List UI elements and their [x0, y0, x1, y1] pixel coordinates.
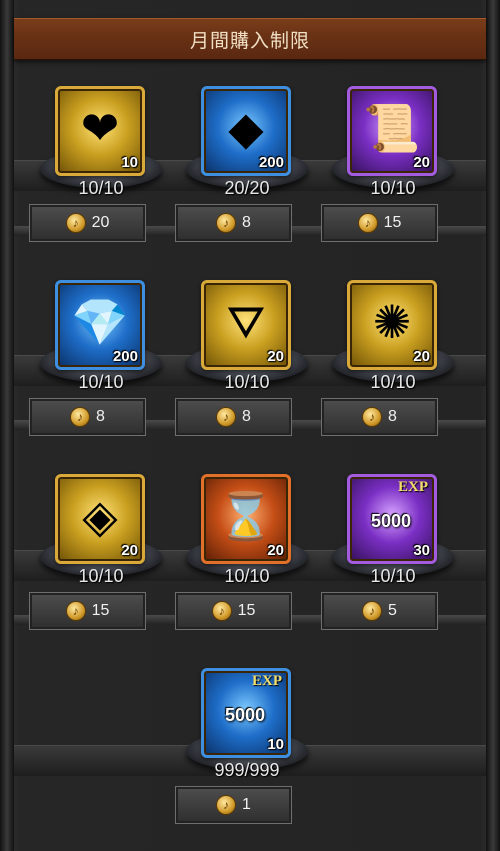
- price-value: 8: [388, 408, 397, 425]
- price-value: 5: [388, 602, 397, 619]
- buy-button[interactable]: ♪ 15: [321, 204, 438, 242]
- item-glyph: ⛛: [226, 296, 266, 348]
- item-quantity: 200: [112, 348, 138, 365]
- shop-item[interactable]: ✺ 20 10/10 ♪ 8: [318, 280, 468, 460]
- item-quantity: 20: [121, 542, 138, 559]
- item-quantity: 30: [413, 542, 430, 559]
- blue-ore-icon[interactable]: 💎 200: [55, 280, 145, 370]
- price-value: 8: [96, 408, 105, 425]
- shop-item[interactable]: EXP 5000 30 10/10 ♪ 5: [318, 474, 468, 654]
- purchase-limit: 10/10: [78, 372, 124, 392]
- purchase-limit: 10/10: [370, 372, 416, 392]
- buy-button[interactable]: ♪ 8: [321, 398, 438, 436]
- price-value: 15: [383, 214, 402, 231]
- coin-icon: ♪: [216, 213, 237, 233]
- item-quantity: 20: [267, 348, 284, 365]
- purchase-limit: 10/10: [370, 566, 416, 586]
- right-pillar: [486, 0, 500, 851]
- buy-button[interactable]: ♪ 8: [29, 398, 146, 436]
- coin-icon: ♪: [216, 795, 237, 815]
- purple-gem-icon[interactable]: ◈ 20: [55, 474, 145, 564]
- orange-crystal-icon[interactable]: ◆ 200: [201, 86, 291, 176]
- purchase-limit: 10/10: [224, 566, 270, 586]
- shop-item[interactable]: ⛛ 20 10/10 ♪ 8: [172, 280, 322, 460]
- price-value: 20: [91, 214, 110, 231]
- item-glyph: 📜: [363, 102, 421, 154]
- price-value: 8: [242, 214, 251, 231]
- item-quantity: 20: [413, 348, 430, 365]
- purchase-limit: 20/20: [224, 178, 270, 198]
- page-title: 月間購入制限: [14, 18, 486, 60]
- buy-button[interactable]: ♪ 5: [321, 592, 438, 630]
- item-glyph: ◈: [82, 490, 118, 542]
- buy-button[interactable]: ♪ 15: [175, 592, 292, 630]
- price-value: 1: [242, 796, 251, 813]
- exp-label: EXP: [398, 479, 428, 495]
- shop-item[interactable]: EXP 5000 10 999/999 ♪ 1: [172, 668, 322, 848]
- shop-item[interactable]: 📜 20 10/10 ♪ 15: [318, 86, 468, 266]
- price-value: 8: [242, 408, 251, 425]
- buy-button[interactable]: ♪ 20: [29, 204, 146, 242]
- price-value: 15: [237, 602, 256, 619]
- item-quantity: 10: [267, 736, 284, 753]
- purchase-limit: 999/999: [214, 760, 280, 780]
- coin-icon: ♪: [70, 407, 91, 427]
- item-quantity: 10: [121, 154, 138, 171]
- item-glyph: ❤: [80, 102, 120, 154]
- item-glyph: 💎: [71, 296, 129, 348]
- coin-icon: ♪: [362, 407, 383, 427]
- purchase-limit: 10/10: [370, 178, 416, 198]
- item-glyph: ⌛: [217, 490, 275, 542]
- shop-item[interactable]: ◆ 200 20/20 ♪ 8: [172, 86, 322, 266]
- shop-item[interactable]: ❤ 10 10/10 ♪ 20: [26, 86, 176, 266]
- shop-item[interactable]: ⌛ 20 10/10 ♪ 15: [172, 474, 322, 654]
- coin-icon: ♪: [211, 601, 232, 621]
- item-glyph: ◆: [228, 102, 264, 154]
- buy-button[interactable]: ♪ 15: [29, 592, 146, 630]
- exp-book-icon[interactable]: EXP 5000 10: [201, 668, 291, 758]
- shop-item[interactable]: ◈ 20 10/10 ♪ 15: [26, 474, 176, 654]
- shop-item[interactable]: 💎 200 10/10 ♪ 8: [26, 280, 176, 460]
- exp-value: 5000: [224, 705, 266, 725]
- left-pillar: [0, 0, 14, 851]
- gold-medal-icon[interactable]: ✺ 20: [347, 280, 437, 370]
- buy-button[interactable]: ♪ 8: [175, 204, 292, 242]
- scroll-icon[interactable]: 📜 20: [347, 86, 437, 176]
- coin-icon: ♪: [216, 407, 237, 427]
- exp-book-icon[interactable]: EXP 5000 30: [347, 474, 437, 564]
- coin-icon: ♪: [65, 213, 86, 233]
- purchase-limit: 10/10: [78, 178, 124, 198]
- exp-label: EXP: [252, 673, 282, 689]
- heart-emblem-icon[interactable]: ❤ 10: [55, 86, 145, 176]
- crest-icon[interactable]: ⛛ 20: [201, 280, 291, 370]
- purchase-limit: 10/10: [224, 372, 270, 392]
- item-quantity: 200: [258, 154, 284, 171]
- buy-button[interactable]: ♪ 1: [175, 786, 292, 824]
- item-glyph: ✺: [372, 296, 412, 348]
- exp-value: 5000: [370, 511, 412, 531]
- coin-icon: ♪: [65, 601, 86, 621]
- coin-icon: ♪: [357, 213, 378, 233]
- hourglass-hammer-icon[interactable]: ⌛ 20: [201, 474, 291, 564]
- buy-button[interactable]: ♪ 8: [175, 398, 292, 436]
- purchase-limit: 10/10: [78, 566, 124, 586]
- price-value: 15: [91, 602, 110, 619]
- coin-icon: ♪: [362, 601, 383, 621]
- item-quantity: 20: [413, 154, 430, 171]
- item-quantity: 20: [267, 542, 284, 559]
